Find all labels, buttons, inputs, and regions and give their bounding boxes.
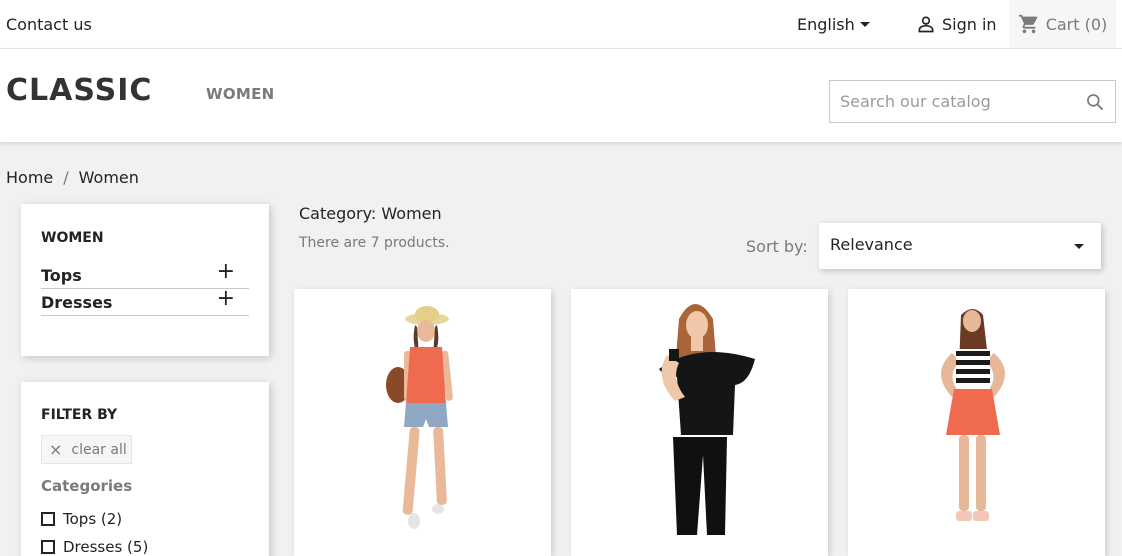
category-label[interactable]: Tops bbox=[41, 266, 82, 285]
expand-plus-icon[interactable]: + bbox=[217, 261, 235, 283]
chevron-down-icon bbox=[1074, 244, 1084, 249]
sort-label: Sort by: bbox=[746, 237, 808, 256]
sign-in-link[interactable]: Sign in bbox=[916, 14, 997, 34]
checkbox[interactable] bbox=[41, 540, 55, 554]
user-icon bbox=[918, 16, 934, 33]
store-logo[interactable]: CLASSIC bbox=[6, 73, 152, 108]
close-icon: × bbox=[49, 440, 63, 459]
facet-label: Dresses (5) bbox=[63, 538, 149, 556]
expand-plus-icon[interactable]: + bbox=[217, 288, 235, 310]
category-tree-title: WOMEN bbox=[41, 230, 104, 246]
contact-us-link[interactable]: Contact us bbox=[6, 15, 92, 34]
breadcrumb-separator: / bbox=[63, 168, 69, 187]
site-header: CLASSIC WOMEN bbox=[0, 49, 1122, 142]
cart-button[interactable]: Cart (0) bbox=[1009, 0, 1116, 48]
cart-label: Cart (0) bbox=[1045, 14, 1108, 34]
language-label: English bbox=[797, 15, 855, 34]
category-item-tops[interactable]: Tops + bbox=[41, 260, 249, 289]
filter-panel: FILTER BY × clear all Categories Tops (2… bbox=[21, 382, 269, 556]
facet-label: Tops (2) bbox=[63, 510, 123, 528]
search-input[interactable] bbox=[830, 81, 1080, 122]
product-image[interactable] bbox=[571, 289, 828, 556]
sign-in-label: Sign in bbox=[942, 14, 997, 34]
category-item-dresses[interactable]: Dresses + bbox=[41, 287, 249, 316]
breadcrumb-women[interactable]: Women bbox=[79, 168, 139, 187]
language-selector[interactable]: English bbox=[797, 15, 870, 34]
top-nav-bar: Contact us English Sign in Cart (0) bbox=[0, 0, 1122, 49]
search-icon[interactable] bbox=[1085, 92, 1105, 112]
breadcrumb-home[interactable]: Home bbox=[6, 168, 53, 187]
product-image[interactable] bbox=[848, 289, 1105, 556]
category-label[interactable]: Dresses bbox=[41, 293, 112, 312]
product-card[interactable] bbox=[571, 289, 828, 556]
filter-title: FILTER BY bbox=[41, 407, 118, 423]
facet-checkbox-tops[interactable]: Tops (2) bbox=[41, 510, 122, 528]
product-card[interactable] bbox=[294, 289, 551, 556]
product-image[interactable] bbox=[294, 289, 551, 556]
search-box bbox=[829, 80, 1116, 123]
checkbox[interactable] bbox=[41, 512, 55, 526]
sort-value: Relevance bbox=[830, 235, 913, 254]
chevron-down-icon bbox=[859, 22, 870, 27]
cart-icon bbox=[1018, 14, 1037, 34]
category-heading: Category: Women bbox=[299, 204, 442, 223]
menu-item-women[interactable]: WOMEN bbox=[206, 85, 275, 103]
category-tree-panel: WOMEN Tops + Dresses + bbox=[21, 204, 269, 356]
sort-dropdown[interactable]: Relevance bbox=[819, 223, 1101, 269]
clear-all-button[interactable]: × clear all bbox=[41, 435, 132, 464]
clear-all-label: clear all bbox=[71, 441, 127, 458]
facet-title-categories: Categories bbox=[41, 477, 133, 495]
facet-checkbox-dresses[interactable]: Dresses (5) bbox=[41, 538, 148, 556]
product-count: There are 7 products. bbox=[299, 235, 450, 251]
product-card[interactable] bbox=[848, 289, 1105, 556]
breadcrumb: Home / Women bbox=[6, 168, 139, 187]
